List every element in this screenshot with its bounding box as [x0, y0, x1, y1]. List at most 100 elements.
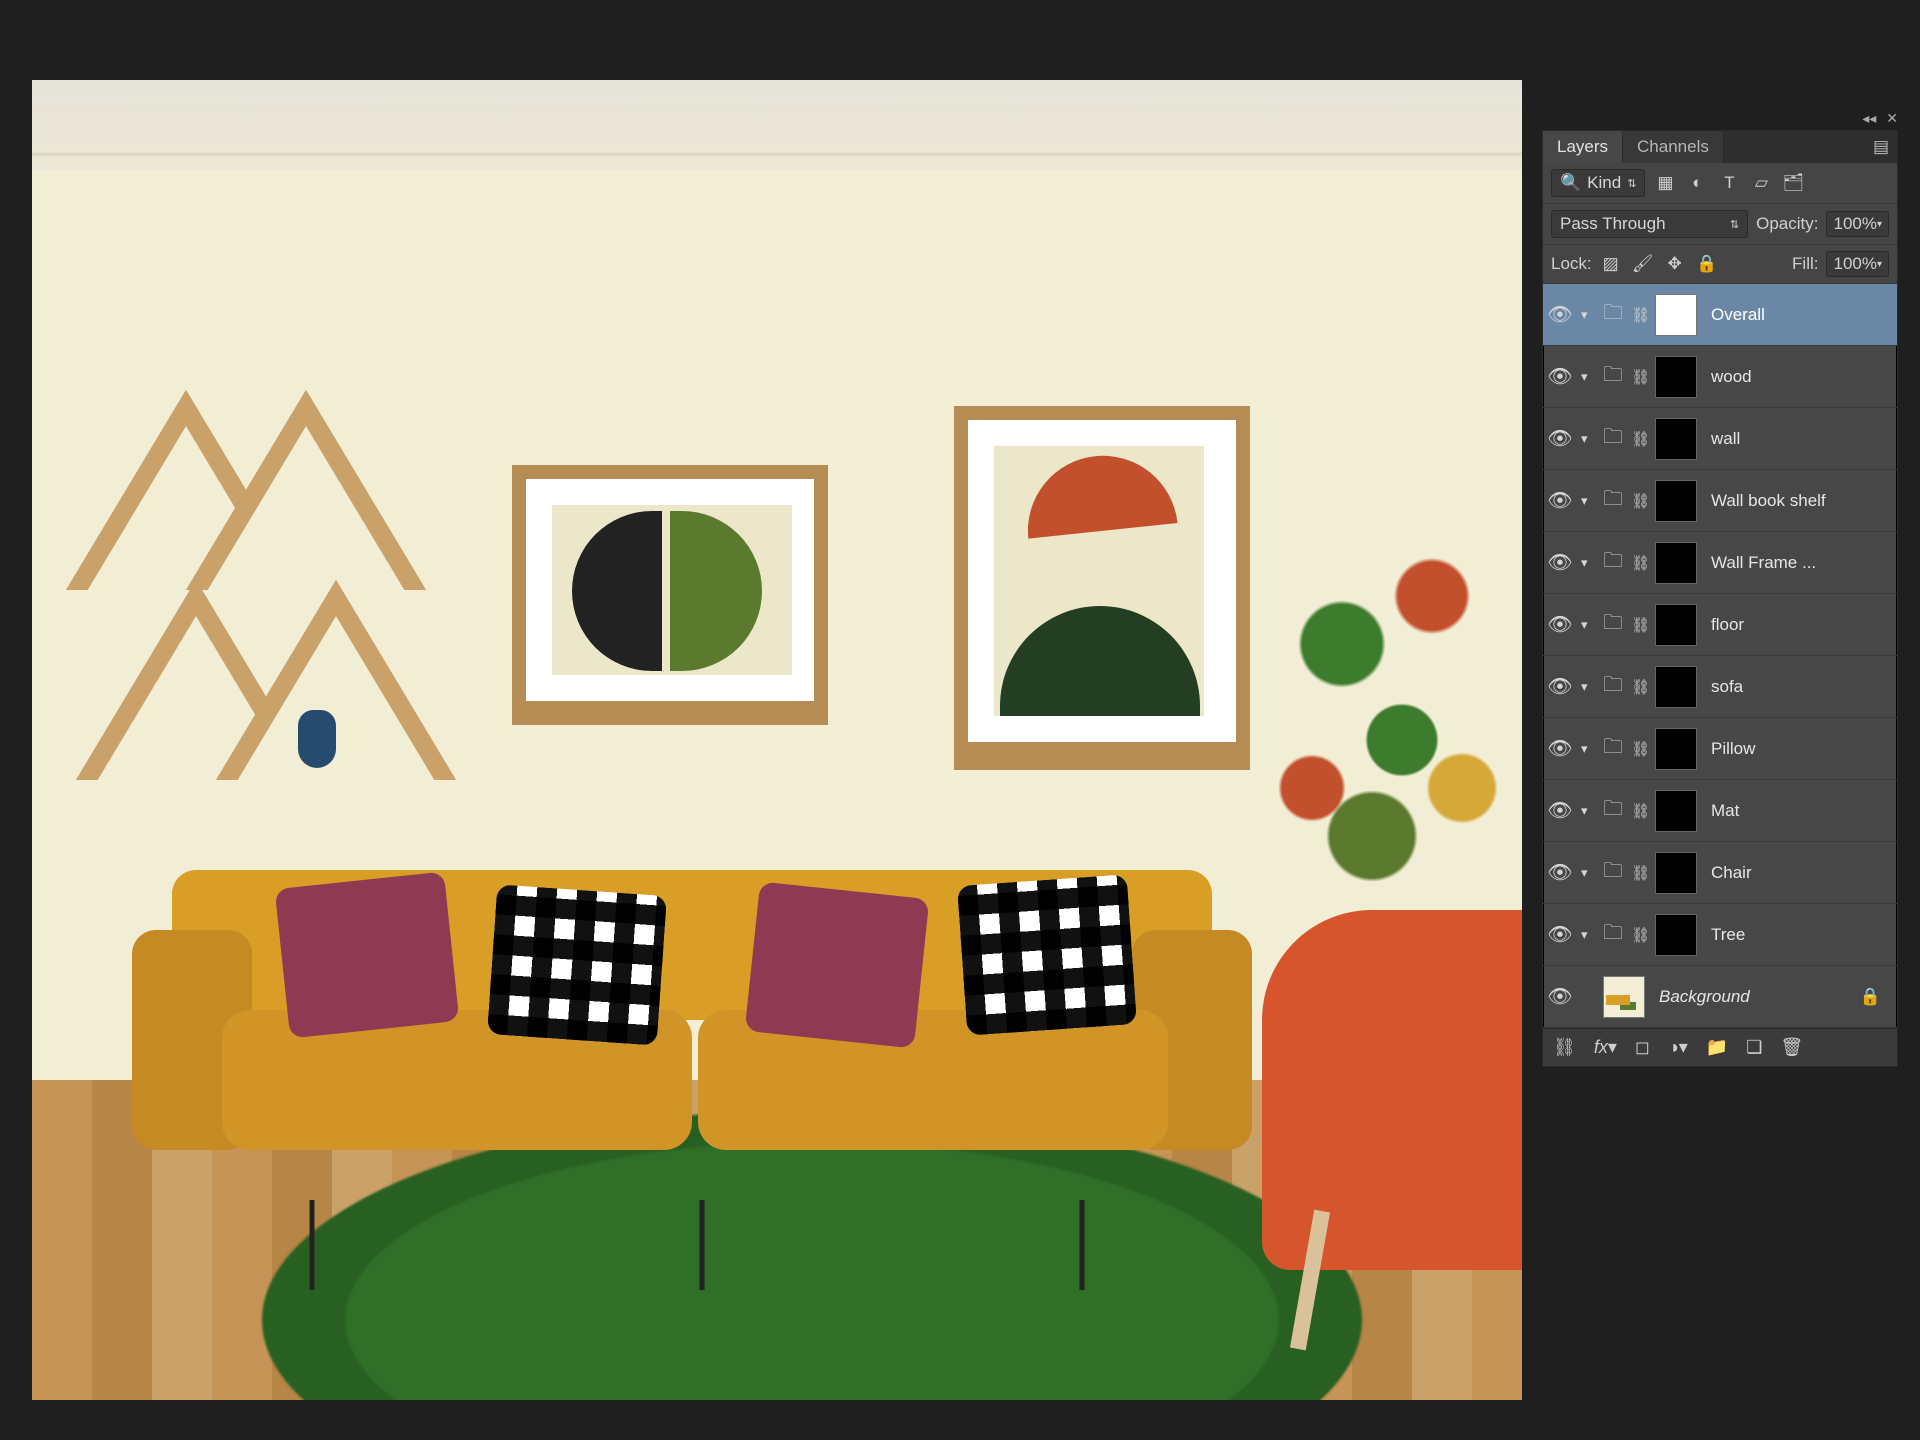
layer-mask-thumbnail[interactable]	[1655, 728, 1697, 770]
expand-toggle-icon[interactable]: ▾	[1581, 369, 1599, 385]
layer-list[interactable]: 👁▾🗀⛓Overall👁▾🗀⛓wood👁▾🗀⛓wall👁▾🗀⛓Wall book…	[1543, 284, 1897, 1028]
panel-menu-icon[interactable]: ▤	[1865, 131, 1897, 163]
layer-fx-icon[interactable]: fx▾	[1594, 1037, 1617, 1058]
mask-link-icon[interactable]: ⛓	[1631, 430, 1651, 448]
new-group-icon[interactable]: 📁	[1706, 1037, 1728, 1058]
layer-mask-thumbnail[interactable]	[1655, 294, 1697, 336]
delete-layer-icon[interactable]: 🗑	[1780, 1037, 1803, 1058]
expand-toggle-icon[interactable]: ▾	[1581, 741, 1599, 757]
layer-name[interactable]: Background	[1659, 987, 1750, 1007]
layer-mask-thumbnail[interactable]	[1655, 356, 1697, 398]
visibility-toggle-icon[interactable]: 👁	[1543, 612, 1577, 637]
layer-name[interactable]: Wall book shelf	[1711, 491, 1826, 511]
layer-mask-thumbnail[interactable]	[1655, 790, 1697, 832]
filter-smart-icon[interactable]: 🗂	[1781, 173, 1805, 193]
tab-channels[interactable]: Channels	[1623, 131, 1724, 163]
background-lock-icon[interactable]: 🔒	[1860, 987, 1881, 1007]
layer-mask-thumbnail[interactable]	[1655, 480, 1697, 522]
expand-toggle-icon[interactable]: ▾	[1581, 927, 1599, 943]
visibility-toggle-icon[interactable]: 👁	[1543, 984, 1577, 1009]
mask-link-icon[interactable]: ⛓	[1631, 492, 1651, 510]
expand-toggle-icon[interactable]: ▾	[1581, 679, 1599, 695]
lock-pixels-icon[interactable]: 🖌	[1632, 254, 1654, 274]
lock-transparency-icon[interactable]: ▨	[1600, 254, 1622, 274]
panel-close-icon[interactable]: ✕	[1886, 110, 1898, 127]
panel-collapse-icon[interactable]: ◂◂	[1862, 110, 1876, 127]
layer-mask-thumbnail[interactable]	[1655, 666, 1697, 708]
mask-link-icon[interactable]: ⛓	[1631, 306, 1651, 324]
filter-type-icon[interactable]: T	[1717, 173, 1741, 193]
visibility-toggle-icon[interactable]: 👁	[1543, 860, 1577, 885]
tab-layers[interactable]: Layers	[1543, 131, 1623, 163]
lock-all-icon[interactable]: 🔒	[1696, 254, 1718, 274]
new-adjustment-icon[interactable]: ◑▾	[1668, 1037, 1688, 1058]
mask-link-icon[interactable]: ⛓	[1631, 864, 1651, 882]
expand-toggle-icon[interactable]: ▾	[1581, 555, 1599, 571]
layer-name[interactable]: Pillow	[1711, 739, 1755, 759]
visibility-toggle-icon[interactable]: 👁	[1543, 674, 1577, 699]
mask-link-icon[interactable]: ⛓	[1631, 616, 1651, 634]
visibility-toggle-icon[interactable]: 👁	[1543, 426, 1577, 451]
expand-toggle-icon[interactable]: ▾	[1581, 431, 1599, 447]
document-canvas[interactable]	[32, 80, 1522, 1400]
layer-thumbnail[interactable]	[1603, 976, 1645, 1018]
visibility-toggle-icon[interactable]: 👁	[1543, 364, 1577, 389]
mask-link-icon[interactable]: ⛓	[1631, 678, 1651, 696]
opacity-value: 100%	[1833, 214, 1876, 234]
layer-mask-thumbnail[interactable]	[1655, 604, 1697, 646]
layer-row[interactable]: 👁▾🗀⛓Wall book shelf	[1543, 470, 1897, 532]
layer-mask-thumbnail[interactable]	[1655, 418, 1697, 460]
mask-link-icon[interactable]: ⛓	[1631, 926, 1651, 944]
fill-input[interactable]: 100% ▾	[1826, 251, 1889, 277]
layer-mask-thumbnail[interactable]	[1655, 852, 1697, 894]
expand-toggle-icon[interactable]: ▾	[1581, 803, 1599, 819]
layer-row-background[interactable]: 👁 Background 🔒	[1543, 966, 1897, 1028]
filter-adjust-icon[interactable]: ◐	[1685, 173, 1709, 193]
expand-toggle-icon[interactable]: ▾	[1581, 617, 1599, 633]
layer-mask-thumbnail[interactable]	[1655, 542, 1697, 584]
filter-pixel-icon[interactable]: ▦	[1653, 173, 1677, 193]
layer-name[interactable]: Overall	[1711, 305, 1765, 325]
link-layers-icon[interactable]: ⛓	[1553, 1037, 1576, 1058]
layer-name[interactable]: sofa	[1711, 677, 1743, 697]
layer-name[interactable]: Chair	[1711, 863, 1752, 883]
layer-name[interactable]: Tree	[1711, 925, 1745, 945]
mask-link-icon[interactable]: ⛓	[1631, 368, 1651, 386]
new-layer-icon[interactable]: ❏	[1746, 1037, 1762, 1058]
layer-row[interactable]: 👁▾🗀⛓ wood	[1543, 346, 1897, 408]
lock-position-icon[interactable]: ✥	[1664, 254, 1686, 274]
mask-link-icon[interactable]: ⛓	[1631, 740, 1651, 758]
layer-row[interactable]: 👁▾🗀⛓Mat	[1543, 780, 1897, 842]
expand-toggle-icon[interactable]: ▾	[1581, 307, 1599, 323]
layer-row[interactable]: 👁▾🗀⛓sofa	[1543, 656, 1897, 718]
layer-row[interactable]: 👁▾🗀⛓wall	[1543, 408, 1897, 470]
add-mask-icon[interactable]: ◻	[1635, 1037, 1650, 1058]
visibility-toggle-icon[interactable]: 👁	[1543, 736, 1577, 761]
layer-name[interactable]: wood	[1711, 367, 1752, 387]
expand-toggle-icon[interactable]: ▾	[1581, 493, 1599, 509]
layer-name[interactable]: Mat	[1711, 801, 1739, 821]
layer-row[interactable]: 👁▾🗀⛓Wall Frame ...	[1543, 532, 1897, 594]
folder-icon: 🗀	[1603, 360, 1627, 394]
layer-row[interactable]: 👁▾🗀⛓Pillow	[1543, 718, 1897, 780]
filter-shape-icon[interactable]: ▱	[1749, 173, 1773, 193]
mask-link-icon[interactable]: ⛓	[1631, 554, 1651, 572]
layer-name[interactable]: Wall Frame ...	[1711, 553, 1816, 573]
layer-row[interactable]: 👁▾🗀⛓Overall	[1543, 284, 1897, 346]
visibility-toggle-icon[interactable]: 👁	[1543, 488, 1577, 513]
visibility-toggle-icon[interactable]: 👁	[1543, 302, 1577, 327]
visibility-toggle-icon[interactable]: 👁	[1543, 798, 1577, 823]
expand-toggle-icon[interactable]: ▾	[1581, 865, 1599, 881]
layer-mask-thumbnail[interactable]	[1655, 914, 1697, 956]
opacity-input[interactable]: 100% ▾	[1826, 211, 1889, 237]
mask-link-icon[interactable]: ⛓	[1631, 802, 1651, 820]
layer-row[interactable]: 👁▾🗀⛓floor	[1543, 594, 1897, 656]
layer-row[interactable]: 👁▾🗀⛓Chair	[1543, 842, 1897, 904]
layer-name[interactable]: floor	[1711, 615, 1744, 635]
layer-row[interactable]: 👁▾🗀⛓Tree	[1543, 904, 1897, 966]
visibility-toggle-icon[interactable]: 👁	[1543, 922, 1577, 947]
filter-kind-dropdown[interactable]: 🔍 Kind ⇅	[1551, 169, 1645, 197]
blend-mode-dropdown[interactable]: Pass Through ⇅	[1551, 210, 1748, 238]
visibility-toggle-icon[interactable]: 👁	[1543, 550, 1577, 575]
layer-name[interactable]: wall	[1711, 429, 1740, 449]
